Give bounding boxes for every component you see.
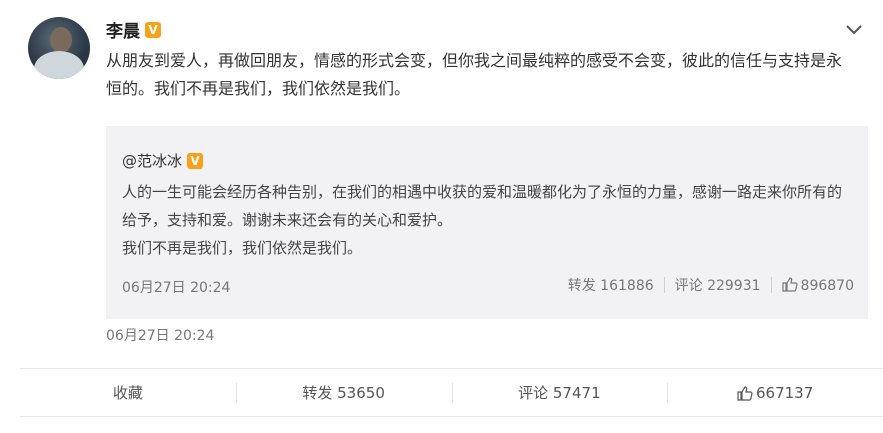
verified-badge-icon: V <box>145 21 161 38</box>
repost-author[interactable]: @范冰冰 <box>122 150 182 171</box>
like-count: 667137 <box>755 383 814 402</box>
favorite-label: 收藏 <box>112 384 143 402</box>
repost-stats: 转发 161886 评论 229931 896870 <box>568 275 854 295</box>
repost-comment-count[interactable]: 评论 229931 <box>675 275 761 295</box>
author-name[interactable]: 李晨 <box>106 17 140 42</box>
avatar-shirt <box>34 51 84 79</box>
post-timestamp[interactable]: 06月27日 20:24 <box>106 325 214 345</box>
post-text: 从朋友到爱人，再做回朋友，情感的形式会变，但你我之间最纯粹的感受不会变，彼此的信… <box>106 51 843 98</box>
favorite-button[interactable]: 收藏 <box>20 369 236 416</box>
chevron-down-icon[interactable] <box>845 24 863 36</box>
divider <box>663 277 665 293</box>
repost-timestamp[interactable]: 06月27日 20:24 <box>122 277 230 297</box>
like-button[interactable]: 667137 <box>667 369 883 416</box>
repost-text-line: 人的一生可能会经历各种告别，在我们的相遇中收获的爱和温暖都化为了永恒的力量，感谢… <box>122 183 843 229</box>
post-header: 李晨 V <box>106 17 161 42</box>
divider <box>20 416 883 417</box>
repost-repost-count[interactable]: 转发 161886 <box>568 275 654 295</box>
action-bar: 收藏 转发 53650 评论 57471 667137 <box>20 369 883 416</box>
verified-badge-icon: V <box>187 152 204 169</box>
repost-label: 转发 53650 <box>302 384 385 402</box>
repost-text-line: 我们不再是我们，我们依然是我们。 <box>122 239 363 257</box>
repost-like-button[interactable]: 896870 <box>781 276 854 294</box>
repost-button[interactable]: 转发 53650 <box>235 369 452 416</box>
comment-label: 评论 57471 <box>518 384 601 402</box>
like-icon <box>737 385 753 401</box>
avatar-head <box>50 27 72 53</box>
repost-text: 人的一生可能会经历各种告别，在我们的相遇中收获的爱和温暖都化为了永恒的力量，感谢… <box>122 178 842 262</box>
repost-card[interactable]: @范冰冰 V 人的一生可能会经历各种告别，在我们的相遇中收获的爱和温暖都化为了永… <box>106 126 868 319</box>
repost-header: @范冰冰 V <box>122 150 204 171</box>
repost-like-count: 896870 <box>800 278 854 294</box>
divider <box>770 277 772 293</box>
comment-button[interactable]: 评论 57471 <box>451 369 668 416</box>
like-icon <box>781 277 798 292</box>
avatar[interactable] <box>28 17 90 79</box>
